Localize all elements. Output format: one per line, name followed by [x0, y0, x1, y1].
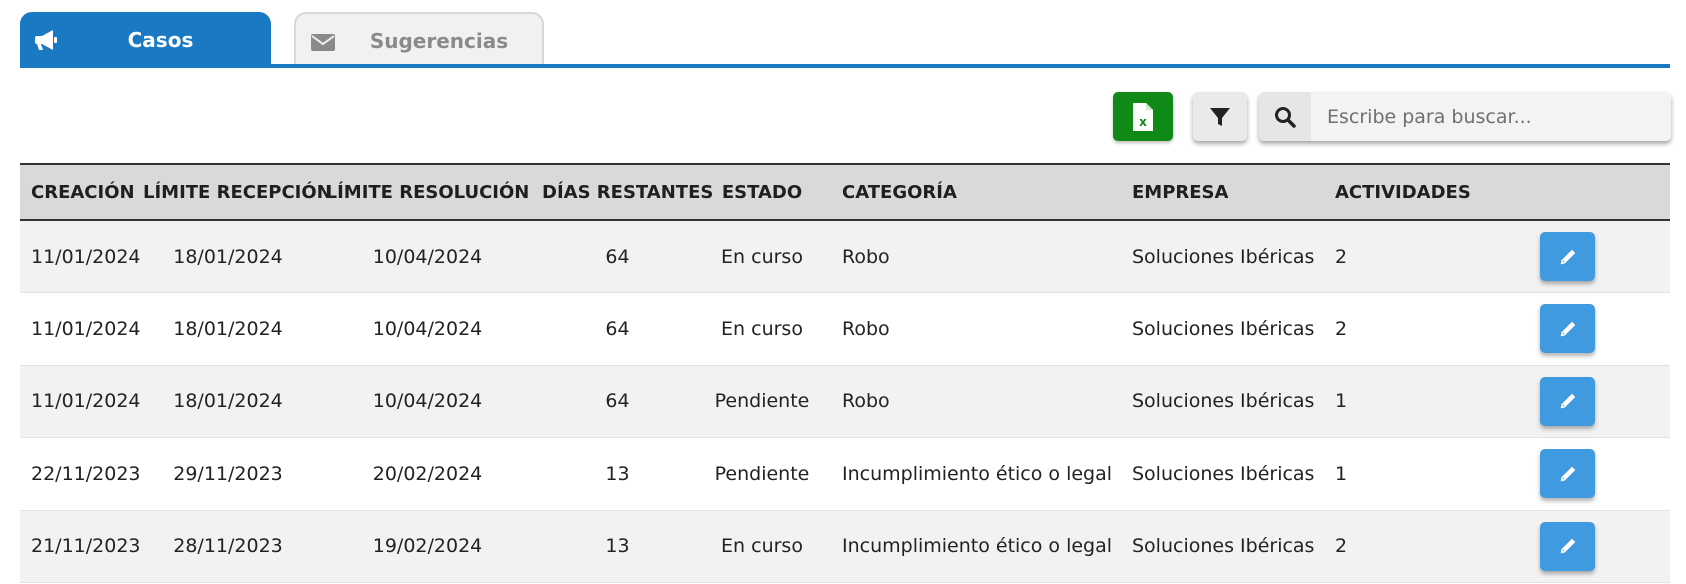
export-excel-button[interactable]: x — [1113, 92, 1173, 141]
excel-export-icon: x — [1133, 102, 1153, 131]
cell-creacion: 21/11/2023 — [31, 535, 141, 558]
cell-actividades: 2 — [1335, 535, 1348, 558]
pencil-icon — [1558, 537, 1577, 555]
cell-limite-recepcion: 18/01/2024 — [173, 317, 283, 340]
search-icon-wrap — [1259, 92, 1311, 141]
header-creacion[interactable]: CREACIÓN — [20, 163, 143, 221]
tab-casos[interactable]: Casos — [20, 12, 271, 68]
table-row: 11/01/2024 18/01/2024 10/04/2024 64 En c… — [20, 292, 1670, 366]
edit-button[interactable] — [1540, 232, 1595, 281]
cell-estado: En curso — [721, 317, 803, 340]
cell-dias-restantes: 13 — [605, 462, 630, 485]
table-row: 11/01/2024 18/01/2024 10/04/2024 64 En c… — [20, 220, 1670, 293]
cell-creacion: 11/01/2024 — [31, 245, 141, 268]
pencil-icon — [1558, 392, 1577, 410]
edit-button[interactable] — [1540, 449, 1595, 499]
cases-table: CREACIÓN LÍMITE RECEPCIÓN LÍMITE RESOLUC… — [20, 163, 1670, 583]
tab-sugerencias-label: Sugerencias — [369, 29, 509, 53]
cell-limite-recepcion: 18/01/2024 — [173, 245, 283, 268]
tab-casos-label: Casos — [127, 28, 194, 52]
header-actividades[interactable]: ACTIVIDADES — [1324, 163, 1471, 221]
cell-actions — [1465, 293, 1670, 366]
cell-categoria: Robo — [842, 390, 890, 413]
cell-limite-resolucion: 19/02/2024 — [372, 535, 483, 558]
cell-categoria: Robo — [842, 245, 890, 268]
table-row: 22/11/2023 29/11/2023 20/02/2024 13 Pend… — [20, 437, 1670, 511]
toolbar: x — [0, 92, 1686, 144]
cell-categoria: Robo — [842, 317, 890, 340]
filter-icon — [1210, 107, 1230, 126]
search-icon — [1275, 106, 1296, 128]
cell-estado: Pendiente — [714, 462, 810, 485]
pencil-icon — [1558, 247, 1577, 266]
table-row: 11/01/2024 18/01/2024 10/04/2024 64 Pend… — [20, 365, 1670, 438]
edit-button[interactable] — [1540, 304, 1595, 354]
table-body: 11/01/2024 18/01/2024 10/04/2024 64 En c… — [20, 220, 1670, 583]
tab-bar: Casos Sugerencias — [20, 12, 1670, 70]
cell-actions — [1465, 220, 1670, 293]
cell-empresa: Soluciones Ibéricas — [1132, 245, 1315, 268]
cell-actividades: 2 — [1335, 317, 1348, 340]
header-categoria[interactable]: CATEGORÍA — [831, 163, 1121, 221]
tab-sugerencias[interactable]: Sugerencias — [294, 12, 544, 68]
cell-dias-restantes: 64 — [605, 390, 630, 413]
tab-underline — [20, 64, 1670, 68]
cell-actions — [1465, 438, 1670, 511]
filter-button[interactable] — [1193, 92, 1247, 141]
cell-creacion: 11/01/2024 — [31, 317, 141, 340]
cell-dias-restantes: 13 — [605, 535, 630, 558]
header-dias-restantes[interactable]: DÍAS RESTANTES — [542, 163, 713, 221]
cell-actividades: 1 — [1335, 390, 1348, 413]
search-box — [1259, 92, 1671, 141]
cell-empresa: Soluciones Ibéricas — [1132, 535, 1315, 558]
cell-estado: En curso — [721, 245, 803, 268]
cell-limite-resolucion: 10/04/2024 — [372, 390, 483, 413]
cell-limite-resolucion: 20/02/2024 — [372, 462, 483, 485]
cell-limite-resolucion: 10/04/2024 — [372, 317, 483, 340]
cell-estado: Pendiente — [714, 390, 810, 413]
cell-dias-restantes: 64 — [605, 245, 630, 268]
cell-limite-recepcion: 28/11/2023 — [173, 535, 283, 558]
cell-creacion: 11/01/2024 — [31, 390, 141, 413]
cell-limite-recepcion: 29/11/2023 — [173, 462, 283, 485]
cell-creacion: 22/11/2023 — [31, 462, 141, 485]
cell-limite-resolucion: 10/04/2024 — [372, 245, 483, 268]
header-estado[interactable]: ESTADO — [693, 163, 831, 221]
cell-categoria: Incumplimiento ético o legal — [842, 535, 1113, 558]
svg-text:x: x — [1139, 115, 1147, 129]
cell-actividades: 1 — [1335, 462, 1348, 485]
header-limite-resolucion[interactable]: LÍMITE RESOLUCIÓN — [313, 163, 542, 221]
search-input[interactable] — [1311, 92, 1667, 141]
cell-dias-restantes: 64 — [605, 317, 630, 340]
header-actions — [1465, 163, 1670, 221]
cell-empresa: Soluciones Ibéricas — [1132, 390, 1315, 413]
cell-empresa: Soluciones Ibéricas — [1132, 317, 1315, 340]
pencil-icon — [1558, 320, 1577, 338]
cell-empresa: Soluciones Ibéricas — [1132, 462, 1315, 485]
edit-button[interactable] — [1540, 376, 1595, 426]
pencil-icon — [1558, 465, 1577, 483]
table-header: CREACIÓN LÍMITE RECEPCIÓN LÍMITE RESOLUC… — [20, 163, 1670, 221]
edit-button[interactable] — [1540, 521, 1595, 571]
cell-actions — [1465, 365, 1670, 438]
cell-limite-recepcion: 18/01/2024 — [173, 390, 283, 413]
cell-actions — [1465, 510, 1670, 583]
cell-estado: En curso — [721, 535, 803, 558]
header-empresa[interactable]: EMPRESA — [1121, 163, 1324, 221]
header-limite-recepcion[interactable]: LÍMITE RECEPCIÓN — [143, 163, 332, 221]
cell-categoria: Incumplimiento ético o legal — [842, 462, 1113, 485]
cell-actividades: 2 — [1335, 245, 1348, 268]
table-row: 21/11/2023 28/11/2023 19/02/2024 13 En c… — [20, 510, 1670, 583]
